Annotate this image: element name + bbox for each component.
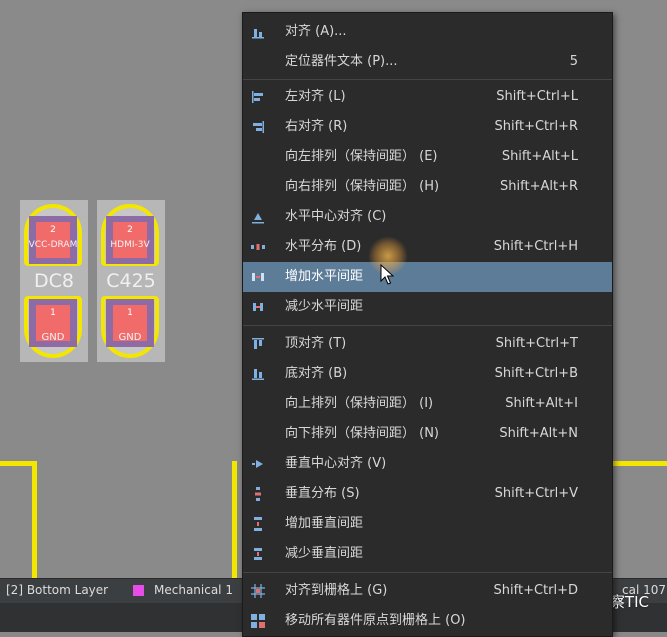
menu-item-decrease-horizontal-spacing[interactable]: 减少水平间距 bbox=[243, 292, 612, 322]
menu-item-shortcut: Shift+Alt+N bbox=[499, 426, 578, 441]
designator-label: C425 bbox=[106, 270, 156, 292]
move-origins-to-grid-icon bbox=[251, 614, 265, 628]
board-outline-right-top bbox=[612, 461, 667, 466]
pad-number: 2 bbox=[127, 225, 133, 235]
align-top-icon bbox=[252, 338, 264, 349]
menu-item-label: 左对齐 (L) bbox=[285, 89, 346, 104]
menu-item-label: 减少水平间距 bbox=[285, 299, 364, 314]
menu-separator bbox=[243, 572, 612, 573]
align-left-icon bbox=[252, 91, 263, 103]
menu-item-shortcut: Shift+Ctrl+L bbox=[496, 89, 578, 104]
menu-item-label: 定位器件文本 (P)... bbox=[285, 54, 398, 69]
menu-item-label: 向上排列（保持间距） (I) bbox=[285, 396, 434, 411]
align-icon bbox=[252, 29, 264, 39]
increase-hspacing-icon bbox=[252, 273, 264, 281]
menu-item-shortcut: Shift+Ctrl+V bbox=[494, 486, 578, 501]
menu-item-arrange-right[interactable]: 向右排列（保持间距） (H) Shift+Alt+R bbox=[243, 172, 612, 202]
menu-item-align-right[interactable]: 右对齐 (R) Shift+Ctrl+R bbox=[243, 112, 612, 142]
board-outline-mid-vertical bbox=[232, 461, 237, 578]
align-bottom-icon bbox=[252, 369, 264, 380]
pad-net-label: GND bbox=[118, 332, 142, 343]
pad-1[interactable]: 1 GND bbox=[106, 299, 154, 347]
menu-item-increase-vertical-spacing[interactable]: 增加垂直间距 bbox=[243, 509, 612, 539]
pad-number: 2 bbox=[50, 225, 56, 235]
menu-item-label: 垂直分布 (S) bbox=[285, 486, 360, 501]
increase-vspacing-icon bbox=[254, 517, 262, 531]
menu-item-arrange-left[interactable]: 向左排列（保持间距） (E) Shift+Alt+L bbox=[243, 142, 612, 172]
menu-item-distribute-vertically[interactable]: 垂直分布 (S) Shift+Ctrl+V bbox=[243, 479, 612, 509]
layer-color-swatch bbox=[133, 585, 144, 596]
pad-1[interactable]: 1 GND bbox=[29, 299, 77, 347]
menu-item-align-to-grid[interactable]: 对齐到栅格上 (G) Shift+Ctrl+D bbox=[243, 576, 612, 606]
align-vcenter-icon bbox=[252, 460, 263, 468]
menu-item-shortcut: Shift+Ctrl+R bbox=[494, 119, 579, 134]
menu-item-label: 向右排列（保持间距） (H) bbox=[285, 179, 440, 194]
menu-item-shortcut: Shift+Ctrl+B bbox=[494, 366, 578, 381]
menu-item-decrease-vertical-spacing[interactable]: 减少垂直间距 bbox=[243, 539, 612, 569]
mouse-cursor-icon bbox=[380, 264, 394, 285]
menu-item-align[interactable]: 对齐 (A)... bbox=[243, 17, 612, 47]
menu-item-label: 减少垂直间距 bbox=[285, 546, 364, 561]
menu-item-label: 水平中心对齐 (C) bbox=[285, 209, 387, 224]
menu-item-position-component-text[interactable]: 定位器件文本 (P)... 5 bbox=[243, 47, 612, 77]
menu-item-label: 顶对齐 (T) bbox=[285, 336, 347, 351]
menu-item-shortcut: Shift+Ctrl+H bbox=[493, 239, 578, 254]
distribute-horizontal-icon bbox=[251, 244, 265, 250]
decrease-hspacing-icon bbox=[253, 303, 263, 311]
decrease-vspacing-icon bbox=[254, 548, 262, 560]
menu-item-align-left[interactable]: 左对齐 (L) Shift+Ctrl+L bbox=[243, 82, 612, 112]
pad-number: 1 bbox=[127, 308, 133, 318]
menu-separator bbox=[243, 325, 612, 326]
menu-item-label: 水平分布 (D) bbox=[285, 239, 362, 254]
menu-item-shortcut: Shift+Alt+I bbox=[505, 396, 578, 411]
menu-item-align-horizontal-center[interactable]: 水平中心对齐 (C) bbox=[243, 202, 612, 232]
menu-item-shortcut: Shift+Ctrl+D bbox=[493, 583, 578, 598]
menu-separator bbox=[243, 79, 612, 80]
menu-item-label: 向左排列（保持间距） (E) bbox=[285, 149, 438, 164]
menu-item-shortcut: Shift+Alt+L bbox=[501, 149, 578, 164]
menu-item-arrange-down[interactable]: 向下排列（保持间距） (N) Shift+Alt+N bbox=[243, 419, 612, 449]
menu-item-label: 增加水平间距 bbox=[285, 269, 364, 284]
menu-item-label: 对齐到栅格上 (G) bbox=[285, 583, 388, 598]
pad-number: 1 bbox=[50, 308, 56, 318]
component-dc8[interactable]: 2 VCC-DRAM DC8 1 GND bbox=[20, 200, 88, 362]
pad-2[interactable]: 2 HDMI-3V bbox=[106, 216, 154, 264]
menu-item-arrange-up[interactable]: 向上排列（保持间距） (I) Shift+Alt+I bbox=[243, 389, 612, 419]
menu-item-label: 底对齐 (B) bbox=[285, 366, 348, 381]
menu-item-increase-horizontal-spacing[interactable]: 增加水平间距 bbox=[243, 262, 612, 292]
align-context-menu: 对齐 (A)... 定位器件文本 (P)... 5 左对齐 (L) Shift+… bbox=[242, 12, 613, 637]
layer-tab-mechanical[interactable]: Mechanical 1 bbox=[154, 583, 233, 597]
pad-net-label: VCC-DRAM bbox=[28, 240, 78, 250]
menu-item-label: 垂直中心对齐 (V) bbox=[285, 456, 387, 471]
menu-item-distribute-horizontally[interactable]: 水平分布 (D) Shift+Ctrl+H bbox=[243, 232, 612, 262]
menu-item-align-top[interactable]: 顶对齐 (T) Shift+Ctrl+T bbox=[243, 329, 612, 359]
component-c425[interactable]: 2 HDMI-3V C425 1 GND bbox=[97, 200, 165, 362]
align-right-icon bbox=[253, 121, 264, 133]
menu-item-align-vertical-center[interactable]: 垂直中心对齐 (V) bbox=[243, 449, 612, 479]
pad-2[interactable]: 2 VCC-DRAM bbox=[29, 216, 77, 264]
pad-net-label: GND bbox=[41, 332, 65, 343]
designator-label: DC8 bbox=[34, 270, 74, 292]
layer-tab-bottom-layer[interactable]: [2] Bottom Layer bbox=[6, 583, 108, 597]
menu-item-align-bottom[interactable]: 底对齐 (B) Shift+Ctrl+B bbox=[243, 359, 612, 389]
menu-item-shortcut: 5 bbox=[569, 54, 578, 69]
menu-item-label: 对齐 (A)... bbox=[285, 24, 347, 39]
pad-net-label: HDMI-3V bbox=[110, 240, 150, 250]
distribute-vertical-icon bbox=[255, 487, 261, 501]
align-hcenter-icon bbox=[252, 213, 264, 224]
menu-item-label: 增加垂直间距 bbox=[285, 516, 364, 531]
align-to-grid-icon bbox=[251, 584, 265, 598]
menu-item-shortcut: Shift+Ctrl+T bbox=[495, 336, 578, 351]
menu-item-label: 向下排列（保持间距） (N) bbox=[285, 426, 440, 441]
board-outline-left-vertical bbox=[32, 461, 37, 578]
menu-item-shortcut: Shift+Alt+R bbox=[500, 179, 578, 194]
menu-item-label: 右对齐 (R) bbox=[285, 119, 348, 134]
